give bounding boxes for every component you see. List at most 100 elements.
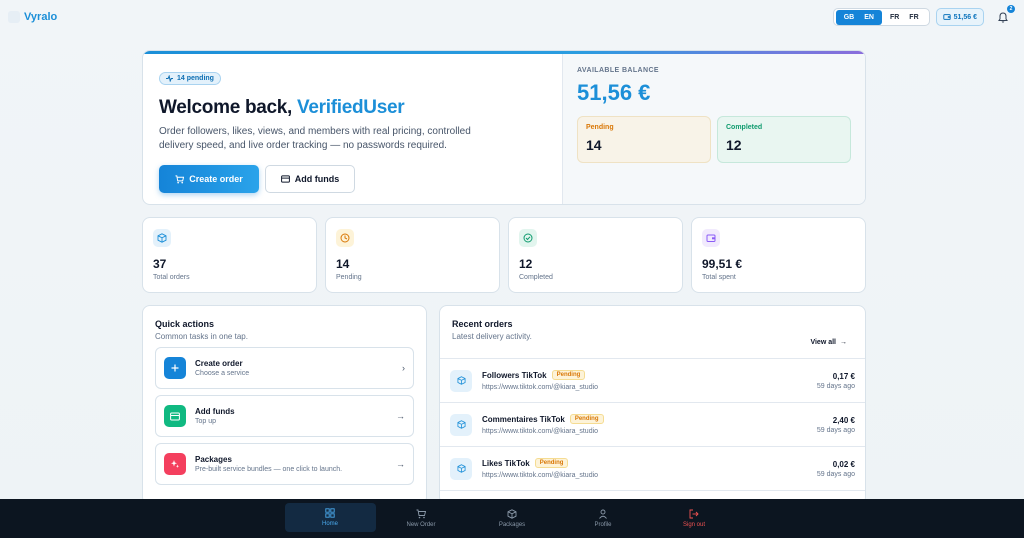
nav-profile-label: Profile xyxy=(594,522,612,528)
order-row[interactable]: Followers TikTok Pending https://www.tikt… xyxy=(440,358,865,402)
sparkle-icon xyxy=(164,453,186,475)
quick-action-title: Create order xyxy=(195,359,243,368)
box-icon xyxy=(507,509,517,519)
quick-action-subtitle: Pre-built service bundles — one click to… xyxy=(195,466,343,473)
order-row[interactable]: Likes TikTok Pending https://www.tiktok.c… xyxy=(440,446,865,490)
nav-packages[interactable]: Packages xyxy=(467,499,558,538)
welcome-prefix: Welcome back, xyxy=(159,97,293,118)
nav-sign-out-label: Sign out xyxy=(682,522,706,528)
arrow-right-icon: → xyxy=(396,411,405,421)
nav-profile[interactable]: Profile xyxy=(558,499,649,538)
order-price: 2,40 € xyxy=(832,415,855,425)
stat-total-orders: 37 Total orders xyxy=(142,217,317,293)
logo-icon xyxy=(8,11,20,23)
stats-row: 37 Total orders 14 Pending 12 Completed … xyxy=(142,217,866,293)
box-icon xyxy=(153,229,171,247)
quick-action-add-funds[interactable]: Add funds Top up → xyxy=(155,395,414,437)
nav-new-order-label: New Order xyxy=(406,522,436,528)
cart-icon xyxy=(416,509,426,519)
view-all-link[interactable]: View all → xyxy=(810,326,847,358)
welcome-heading: Welcome back, VerifiedUser xyxy=(159,97,546,119)
stat-pending: 14 Pending xyxy=(325,217,500,293)
quick-actions-subtitle: Common tasks in one tap. xyxy=(155,332,248,341)
flag-fr-icon: FR xyxy=(889,13,900,21)
arrow-right-icon: → xyxy=(840,338,847,346)
quick-action-packages[interactable]: Packages Pre-built service bundles — one… xyxy=(155,443,414,485)
stat-total-spent: 99,51 € Total spent xyxy=(691,217,866,293)
nav-sign-out[interactable]: Sign out xyxy=(649,499,740,538)
nav-new-order[interactable]: New Order xyxy=(376,499,467,538)
flag-gb-icon: GB xyxy=(843,13,855,21)
pending-summary-label: Pending xyxy=(586,124,614,131)
status-badge: Pending xyxy=(534,458,569,468)
recent-orders-title: Recent orders xyxy=(452,319,513,329)
order-url: https://www.tiktok.com/@kiara_studio xyxy=(482,384,599,391)
stat-label: Total spent xyxy=(702,274,736,281)
header-actions: GB EN FR FR 51,56 € 2 xyxy=(832,5,1015,26)
lang-en-button[interactable]: GB EN xyxy=(835,9,882,25)
pending-pill-label: 14 pending xyxy=(177,75,214,82)
order-name: Commentaires TikTok xyxy=(482,414,565,424)
bottom-navigation: Home New Order Packages Profile Sign out xyxy=(0,499,1024,538)
order-price: 0,02 € xyxy=(832,459,855,469)
language-switcher: GB EN FR FR xyxy=(832,8,930,26)
stat-value: 14 xyxy=(336,257,350,271)
quick-action-create-order[interactable]: Create order Choose a service › xyxy=(155,347,414,389)
pending-pill: 14 pending xyxy=(159,72,221,85)
card-icon xyxy=(280,175,290,183)
order-url: https://www.tiktok.com/@kiara_studio xyxy=(482,472,599,479)
header-balance: 51,56 € xyxy=(953,13,977,21)
order-row[interactable]: Commentaires TikTok Pending https://www.t… xyxy=(440,402,865,446)
available-balance-value: 51,56 € xyxy=(577,80,651,105)
order-time: 59 days ago xyxy=(816,470,855,478)
balance-section: AVAILABLE BALANCE 51,56 € Pending 14 Com… xyxy=(562,51,865,204)
order-name: Likes TikTok xyxy=(482,458,530,468)
welcome-card: 14 pending Welcome back, VerifiedUser Or… xyxy=(142,50,866,205)
stat-label: Completed xyxy=(519,274,553,281)
stat-value: 37 xyxy=(153,257,167,271)
add-funds-button[interactable]: Add funds xyxy=(265,165,355,193)
check-circle-icon xyxy=(519,229,537,247)
quick-action-title: Add funds xyxy=(195,407,235,416)
logout-icon xyxy=(689,509,699,519)
quick-action-title: Packages xyxy=(195,455,232,464)
create-order-button[interactable]: Create order xyxy=(159,165,259,193)
lang-en-label: EN xyxy=(864,13,874,21)
box-icon xyxy=(450,369,472,392)
recent-orders-subtitle: Latest delivery activity. xyxy=(452,332,532,341)
pending-summary: Pending 14 xyxy=(577,116,711,163)
balance-pill[interactable]: 51,56 € xyxy=(935,8,984,26)
nav-home[interactable]: Home xyxy=(284,503,376,532)
stat-label: Pending xyxy=(336,274,362,281)
arrow-right-icon: → xyxy=(396,459,405,469)
status-badge: Pending xyxy=(569,414,604,424)
pending-summary-value: 14 xyxy=(586,137,602,153)
order-name: Followers TikTok xyxy=(482,370,547,380)
top-bar: Vyralo GB EN FR FR 51,56 € 2 xyxy=(0,0,1024,34)
add-funds-label: Add funds xyxy=(294,174,340,184)
available-balance-label: AVAILABLE BALANCE xyxy=(577,67,659,74)
stat-value: 99,51 € xyxy=(702,257,743,271)
order-time: 59 days ago xyxy=(816,382,855,390)
stat-value: 12 xyxy=(519,257,533,271)
order-price: 0,17 € xyxy=(832,371,855,381)
cart-icon xyxy=(175,174,185,183)
view-all-label: View all xyxy=(810,338,836,346)
chevron-right-icon: › xyxy=(402,363,405,373)
welcome-section: 14 pending Welcome back, VerifiedUser Or… xyxy=(143,51,562,204)
lang-fr-button[interactable]: FR FR xyxy=(882,10,927,25)
nav-packages-label: Packages xyxy=(498,522,526,528)
completed-summary-value: 12 xyxy=(726,137,742,153)
quick-actions-panel: Quick actions Common tasks in one tap. C… xyxy=(142,305,427,505)
plus-icon xyxy=(164,357,186,379)
stat-label: Total orders xyxy=(153,274,190,281)
app-logo[interactable]: Vyralo xyxy=(8,11,57,23)
wallet-icon xyxy=(942,14,951,20)
stat-completed: 12 Completed xyxy=(508,217,683,293)
box-icon xyxy=(450,413,472,436)
order-url: https://www.tiktok.com/@kiara_studio xyxy=(482,428,599,435)
lang-fr-label: FR xyxy=(909,13,919,21)
username: VerifiedUser xyxy=(297,97,405,118)
notifications-button[interactable]: 2 xyxy=(996,5,1015,24)
quick-actions-title: Quick actions xyxy=(155,319,215,329)
